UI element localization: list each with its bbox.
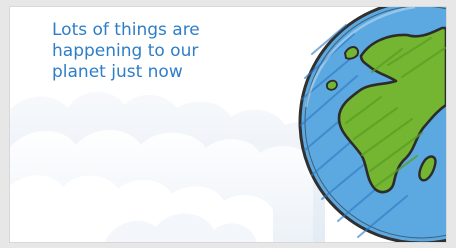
slide-canvas[interactable]: Lots of things are happening to our plan… [10,7,446,242]
clouds-background [10,91,325,242]
slide-title[interactable]: Lots of things are happening to our plan… [52,20,282,83]
slide-thumbnail-frame: Lots of things are happening to our plan… [0,0,456,248]
